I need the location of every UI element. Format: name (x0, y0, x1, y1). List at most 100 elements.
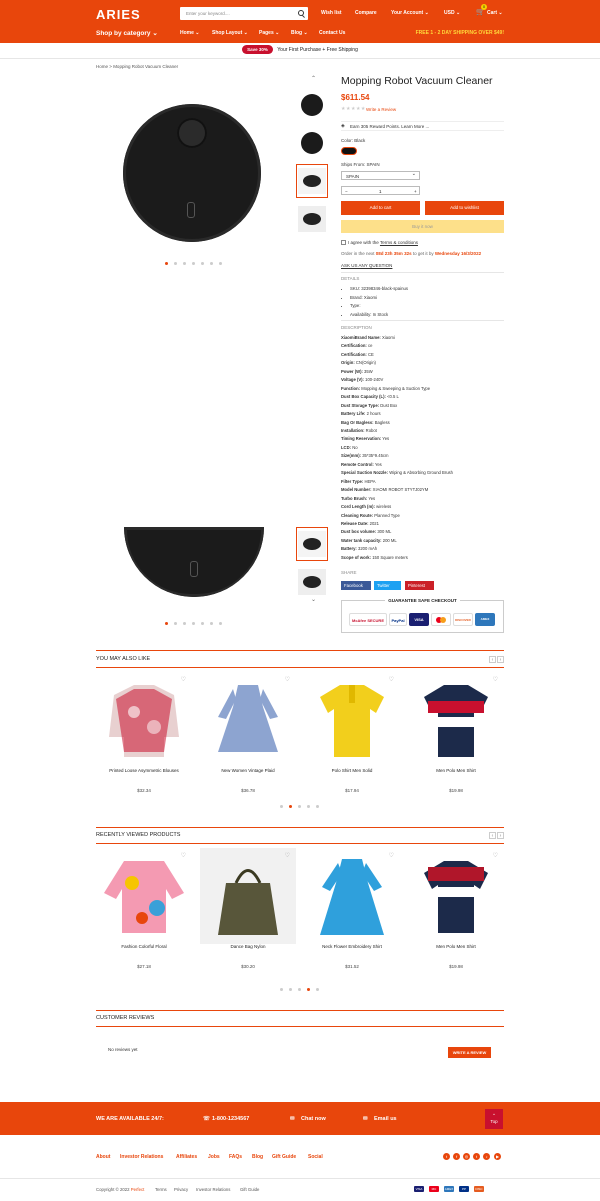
product-card[interactable]: ♡ Polo Shirt Men Solid $17.94 (304, 672, 400, 793)
thumbnail[interactable] (296, 88, 328, 122)
gallery-dots-lower[interactable] (165, 622, 222, 625)
product-name[interactable]: Men Polo Men Shirt (408, 944, 504, 949)
terms-link[interactable]: Terms & conditions (380, 240, 418, 245)
thumbnail[interactable] (296, 565, 328, 599)
color-swatch-black[interactable] (341, 147, 357, 155)
footer-link-affiliates[interactable]: Affiliates (176, 1154, 197, 1160)
terms-checkbox[interactable] (341, 240, 346, 245)
write-review-button[interactable]: WRITE A REVIEW (448, 1047, 491, 1058)
search-input[interactable]: Enter your keyword.... (180, 7, 308, 20)
nav-contact[interactable]: Contact Us (319, 30, 345, 36)
nav-pages[interactable]: Pages ⌄ (259, 30, 279, 36)
facebook-icon[interactable]: f (453, 1153, 460, 1160)
thumbnail[interactable] (296, 164, 328, 198)
footer-link-social[interactable]: Social (308, 1154, 323, 1160)
product-secondary-image[interactable] (124, 527, 264, 597)
add-to-cart-button[interactable]: Add to cart (341, 201, 420, 215)
buy-now-button[interactable]: Buy it now (341, 220, 504, 233)
ships-from-select[interactable]: SPAIN (341, 171, 420, 180)
bottom-link-terms[interactable]: Terms (155, 1187, 167, 1192)
divider (96, 650, 504, 651)
twitter-share-button[interactable]: Twitter (374, 581, 401, 590)
divider (341, 320, 504, 321)
product-name[interactable]: Men Polo Men Shirt (408, 768, 504, 773)
bottom-link-privacy[interactable]: Privacy (174, 1187, 188, 1192)
prev-arrow-icon[interactable]: ‹ (489, 832, 496, 839)
thumbnail[interactable] (296, 202, 328, 236)
product-card[interactable]: ♡ Fashion Colorful Floral $27.18 (96, 848, 192, 969)
wishlist-link[interactable]: Wish list (321, 10, 342, 16)
product-image (320, 859, 384, 935)
nav-blog[interactable]: Blog ⌄ (291, 30, 308, 36)
breadcrumb-home[interactable]: Home (96, 64, 108, 69)
spec-row: Dust box volume: 300 ML (341, 528, 453, 536)
currency-select[interactable]: USD ⌄ (444, 10, 460, 16)
footer-link-blog[interactable]: Blog (252, 1154, 263, 1160)
qty-minus-button[interactable]: − (345, 189, 348, 194)
product-name[interactable]: Neck Flower Embroidery Shirt (304, 944, 400, 949)
tiktok-icon[interactable]: ♪ (483, 1153, 490, 1160)
quantity-stepper[interactable]: − 1 + (341, 186, 420, 195)
product-name[interactable]: Printed Loose Asymmetric Blouses (96, 768, 192, 773)
product-name[interactable]: Dance Bag Nylon (200, 944, 296, 949)
nav-shop-layout[interactable]: Shop Layout ⌄ (212, 30, 248, 36)
product-card[interactable]: ♡ Dance Bag Nylon $30.20 (200, 848, 296, 969)
learn-more-link[interactable]: Learn More ... (401, 124, 429, 129)
qty-plus-button[interactable]: + (414, 189, 417, 194)
bottom-link-investor[interactable]: Investor Relations (196, 1187, 230, 1192)
product-card[interactable]: ♡ Printed Loose Asymmetric Blouses $32.3… (96, 672, 192, 793)
next-arrow-icon[interactable]: › (497, 656, 504, 663)
prev-arrow-icon[interactable]: ‹ (489, 656, 496, 663)
product-card[interactable]: ♡ Men Polo Men Shirt $19.98 (408, 672, 504, 793)
add-to-wishlist-button[interactable]: Add to wishlist (425, 201, 504, 215)
footer-link-gift-guide[interactable]: Gift Guide (272, 1154, 296, 1160)
pinterest-share-button[interactable]: Pinterest (405, 581, 434, 590)
mastercard-icon: MC (429, 1186, 439, 1192)
email-link[interactable]: Email us (374, 1116, 397, 1122)
product-card[interactable]: ♡ Men Polo Men Shirt $19.98 (408, 848, 504, 969)
instagram-icon[interactable]: ◎ (463, 1153, 470, 1160)
phone-link[interactable]: 1-800-1234567 (212, 1116, 249, 1122)
chat-link[interactable]: Chat now (301, 1116, 326, 1122)
next-arrow-icon[interactable]: › (497, 832, 504, 839)
thumbnail[interactable] (296, 126, 328, 160)
footer-link-about[interactable]: About (96, 1154, 110, 1160)
product-main-image[interactable] (96, 80, 288, 265)
product-name[interactable]: Fashion Colorful Floral (96, 944, 192, 949)
bottom-link-gift-guide[interactable]: Gift Guide (240, 1187, 259, 1192)
write-review-link[interactable]: Write a Review (366, 107, 396, 112)
facebook-share-button[interactable]: Facebook (341, 581, 371, 590)
cart-link[interactable]: Cart ⌄ (487, 10, 503, 16)
footer-link-faqs[interactable]: FAQs (229, 1154, 242, 1160)
back-to-top-button[interactable]: ⌃ Top (485, 1109, 503, 1129)
footer-link-investor[interactable]: Investor Relations (120, 1154, 163, 1160)
ask-question-link[interactable]: ASK US ANY QUESTION (341, 263, 392, 268)
chevron-up-icon[interactable]: ⌃ (311, 75, 316, 82)
chevron-down-icon[interactable]: ⌄ (311, 596, 316, 603)
account-menu[interactable]: Your Account ⌄ (391, 10, 429, 16)
product-name[interactable]: New Women Vintage Plaid (200, 768, 296, 773)
qty-value[interactable]: 1 (379, 189, 382, 194)
breadcrumb-current: Mopping Robot Vacuum Cleaner (113, 64, 179, 69)
carousel-dots[interactable] (280, 988, 319, 991)
product-card[interactable]: ♡ New Women Vintage Plaid $36.78 (200, 672, 296, 793)
product-card[interactable]: ♡ Neck Flower Embroidery Shirt $31.52 (304, 848, 400, 969)
shop-by-category[interactable]: Shop by category ⌄ (96, 29, 158, 37)
copyright-brand[interactable]: Perfect (131, 1187, 145, 1192)
spec-key: Bag Or Bagless: (341, 419, 374, 425)
logo[interactable]: ARIES (96, 7, 141, 22)
nav-home[interactable]: Home ⌄ (180, 30, 199, 36)
search-icon[interactable] (298, 10, 304, 16)
product-price: $611.54 (341, 93, 370, 102)
thumbnail[interactable] (296, 527, 328, 561)
tumblr-icon[interactable]: t (473, 1153, 480, 1160)
product-name[interactable]: Polo Shirt Men Solid (304, 768, 400, 773)
youtube-icon[interactable]: ▶ (494, 1153, 501, 1160)
promo-badge[interactable]: Save 30% (242, 45, 273, 54)
carousel-dots[interactable] (280, 805, 319, 808)
twitter-icon[interactable]: t (443, 1153, 450, 1160)
footer-link-jobs[interactable]: Jobs (208, 1154, 220, 1160)
gallery-dots[interactable] (165, 262, 222, 265)
compare-link[interactable]: Compare (355, 10, 377, 16)
footer-contact-bar (0, 1102, 600, 1135)
